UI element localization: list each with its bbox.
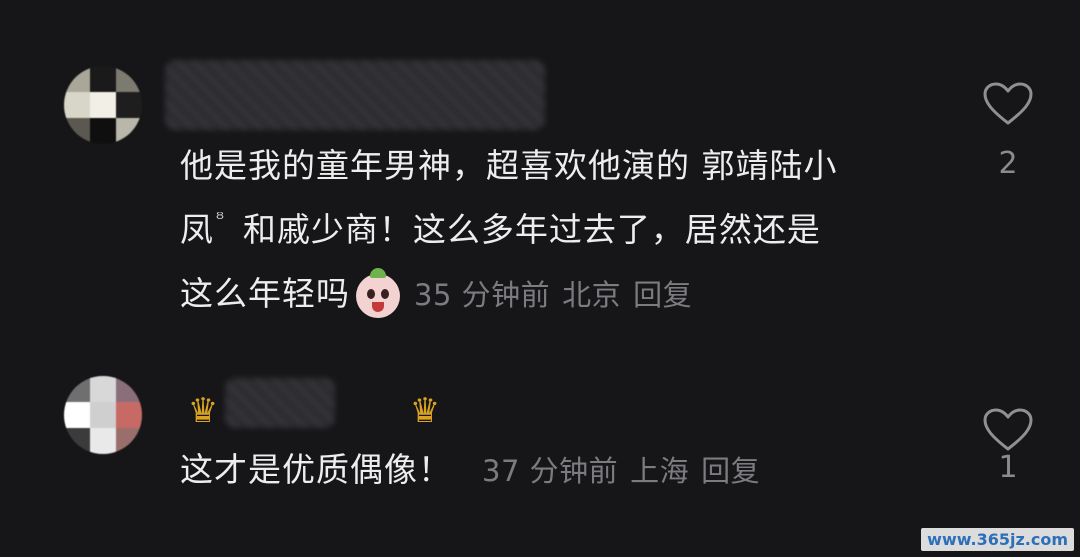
- watermark: www.365jz.com: [921, 528, 1074, 551]
- comment-text: 他是我的童年男神，超喜欢他演的 郭靖陆小 凤 ᴽ 和戚少商！这么多年过去了，居然还是…: [180, 134, 940, 326]
- avatar[interactable]: [64, 376, 142, 454]
- reply-button[interactable]: 回复: [701, 454, 760, 488]
- like-count: 2: [998, 146, 1018, 181]
- username-blurred[interactable]: [225, 378, 335, 428]
- crown-badge-icon: ♛: [409, 391, 441, 431]
- timestamp: 35 分钟前: [414, 278, 551, 312]
- comment-meta: 35 分钟前 北京 回复: [414, 278, 704, 312]
- location: 北京: [562, 278, 622, 312]
- avatar[interactable]: [64, 66, 142, 144]
- heart-icon[interactable]: [983, 408, 1033, 452]
- comment-line: 这才是优质偶像！ 37 分钟前 上海 回复: [180, 438, 940, 502]
- like-count: 1: [998, 450, 1018, 485]
- comment-text-part: 和戚少商！这么多年过去了，居然还是: [242, 210, 821, 249]
- crown-badge-icon: ♛: [187, 391, 219, 431]
- heart-icon[interactable]: [983, 82, 1033, 126]
- comment-line: 这么年轻吗 35 分钟前 北京 回复: [180, 262, 940, 326]
- username-blurred[interactable]: [165, 60, 545, 130]
- comment-item: 他是我的童年男神，超喜欢他演的 郭靖陆小 凤 ᴽ 和戚少商！这么多年过去了，居然还是…: [0, 0, 1080, 330]
- comment-text-part: 这才是优质偶像！: [180, 450, 452, 489]
- comment-line: 他是我的童年男神，超喜欢他演的 郭靖陆小: [180, 146, 838, 185]
- comment-text-part: 凤: [180, 210, 214, 249]
- timestamp: 37 分钟前: [482, 454, 619, 488]
- blushing-face-emoji-icon: [356, 267, 400, 318]
- comment-line: 凤 ᴽ 和戚少商！这么多年过去了，居然还是: [180, 198, 940, 262]
- comment-text-part: 这么年轻吗: [180, 274, 350, 313]
- search-icon[interactable]: ᴽ: [216, 198, 225, 242]
- comment-meta: 37 分钟前 上海 回复: [482, 454, 772, 488]
- comment-item: ♛ ♛ 这才是优质偶像！ 37 分钟前 上海 回复 1: [0, 330, 1080, 557]
- reply-button[interactable]: 回复: [633, 278, 692, 312]
- location: 上海: [630, 454, 690, 488]
- comment-text: 这才是优质偶像！ 37 分钟前 上海 回复: [180, 438, 940, 502]
